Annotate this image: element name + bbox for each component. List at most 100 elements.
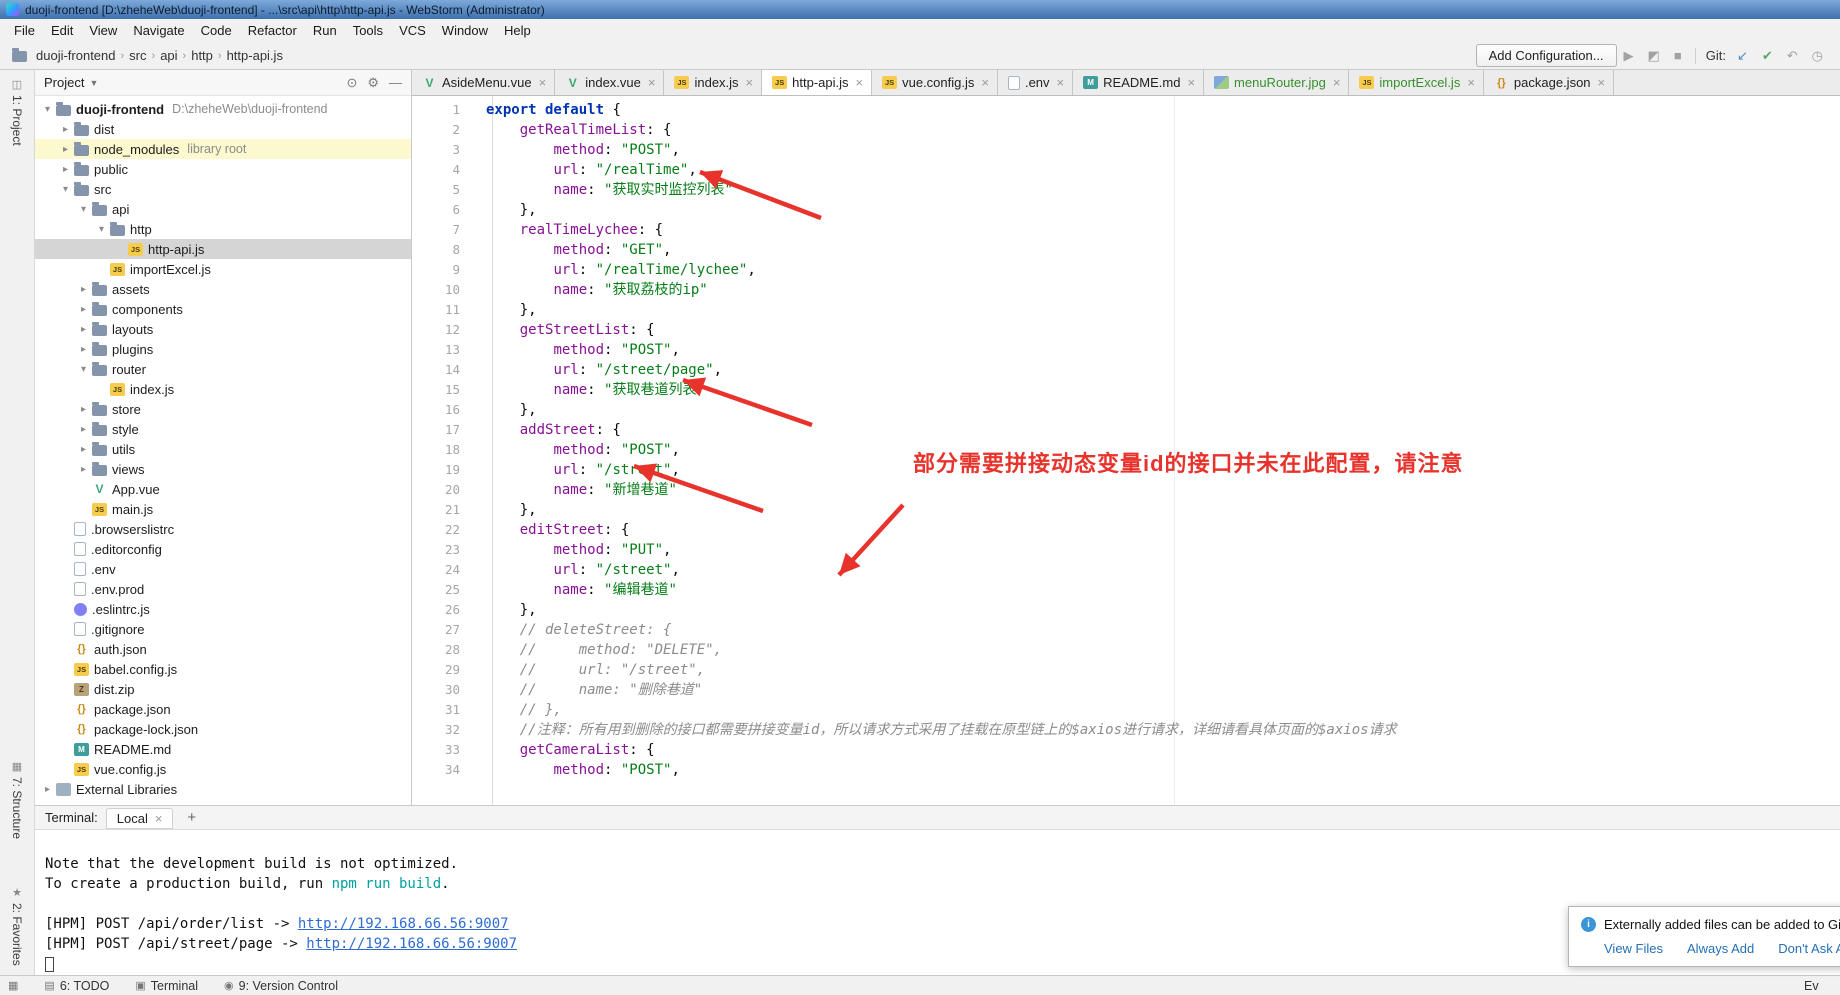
statusbar-todo[interactable]: ▤ 6: TODO <box>44 979 109 993</box>
run-icon[interactable]: ▶ <box>1617 48 1641 64</box>
tree-item-README.md[interactable]: MREADME.md <box>35 739 411 759</box>
editor-tab-.env[interactable]: .env× <box>998 70 1073 95</box>
tree-expand-icon[interactable]: ▸ <box>77 304 90 315</box>
tree-item-utils[interactable]: ▸utils <box>35 439 411 459</box>
stop-icon[interactable]: ■ <box>1667 48 1689 63</box>
close-icon[interactable]: × <box>856 75 864 90</box>
git-update-icon[interactable]: ↙ <box>1730 48 1755 64</box>
tree-collapse-icon[interactable]: ▾ <box>77 204 90 215</box>
code-line-21[interactable]: 21 }, <box>412 500 1840 520</box>
locate-file-icon[interactable]: ⊙ <box>346 75 357 91</box>
tree-item-App.vue[interactable]: VApp.vue <box>35 479 411 499</box>
editor-tab-AsideMenu.vue[interactable]: VAsideMenu.vue× <box>412 70 555 95</box>
code-line-10[interactable]: 10 name: "获取荔枝的ip" <box>412 280 1840 300</box>
code-line-24[interactable]: 24 url: "/street", <box>412 560 1840 580</box>
code-line-29[interactable]: 29 // url: "/street", <box>412 660 1840 680</box>
tree-item-dist.zip[interactable]: Zdist.zip <box>35 679 411 699</box>
menu-file[interactable]: File <box>6 20 43 41</box>
tree-item-auth.json[interactable]: {}auth.json <box>35 639 411 659</box>
close-icon[interactable]: × <box>1057 75 1065 90</box>
menu-refactor[interactable]: Refactor <box>240 20 305 41</box>
tree-item-.browserslistrc[interactable]: .browserslistrc <box>35 519 411 539</box>
code-line-15[interactable]: 15 name: "获取巷道列表" <box>412 380 1840 400</box>
git-commit-icon[interactable]: ✔ <box>1755 48 1780 64</box>
close-icon[interactable]: × <box>1467 75 1475 90</box>
tree-item-importExcel.js[interactable]: JSimportExcel.js <box>35 259 411 279</box>
tree-item-.env.prod[interactable]: .env.prod <box>35 579 411 599</box>
tree-item-api[interactable]: ▾api <box>35 199 411 219</box>
menu-run[interactable]: Run <box>305 20 345 41</box>
debug-icon[interactable]: ◩ <box>1641 48 1667 64</box>
terminal-link[interactable]: http://192.168.66.56:9007 <box>298 916 509 932</box>
code-line-32[interactable]: 32 //注释：所有用到删除的接口都需要拼接变量id，所以请求方式采用了挂载在原… <box>412 720 1840 740</box>
tree-expand-icon[interactable]: ▸ <box>77 284 90 295</box>
tree-item-http[interactable]: ▾http <box>35 219 411 239</box>
tree-item-style[interactable]: ▸style <box>35 419 411 439</box>
code-line-30[interactable]: 30 // name: "删除巷道" <box>412 680 1840 700</box>
tree-expand-icon[interactable]: ▸ <box>59 144 72 155</box>
tree-expand-icon[interactable]: ▸ <box>77 464 90 475</box>
rollback-icon[interactable]: ↶ <box>1780 48 1805 64</box>
close-icon[interactable]: × <box>648 75 656 90</box>
breadcrumb-item-src[interactable]: src <box>125 46 150 65</box>
tree-item-duoji-frontend[interactable]: ▾duoji-frontendD:\zheheWeb\duoji-fronten… <box>35 99 411 119</box>
code-line-5[interactable]: 5 name: "获取实时监控列表" <box>412 180 1840 200</box>
toolwindow-favorites-button[interactable]: ★ 2: Favorites <box>0 886 34 966</box>
tree-item-main.js[interactable]: JSmain.js <box>35 499 411 519</box>
tree-expand-icon[interactable]: ▸ <box>41 784 54 795</box>
tree-item-public[interactable]: ▸public <box>35 159 411 179</box>
code-line-28[interactable]: 28 // method: "DELETE", <box>412 640 1840 660</box>
tree-expand-icon[interactable]: ▸ <box>59 124 72 135</box>
toolwindow-toggle-icon[interactable]: ▦ <box>8 979 18 992</box>
close-icon[interactable]: × <box>1333 75 1341 90</box>
new-terminal-session-icon[interactable]: + <box>181 809 202 826</box>
code-line-4[interactable]: 4 url: "/realTime", <box>412 160 1840 180</box>
tree-expand-icon[interactable]: ▸ <box>59 164 72 175</box>
tree-expand-icon[interactable]: ▸ <box>77 424 90 435</box>
tree-expand-icon[interactable]: ▸ <box>77 324 90 335</box>
tree-item-.env[interactable]: .env <box>35 559 411 579</box>
editor-tab-http-api.js[interactable]: JShttp-api.js× <box>762 70 872 95</box>
tree-item-External Libraries[interactable]: ▸External Libraries <box>35 779 411 799</box>
view-files-link[interactable]: View Files <box>1604 941 1663 956</box>
code-line-9[interactable]: 9 url: "/realTime/lychee", <box>412 260 1840 280</box>
statusbar-terminal[interactable]: ▣ Terminal <box>135 979 198 993</box>
editor-tab-README.md[interactable]: MREADME.md× <box>1073 70 1204 95</box>
tree-item-node_modules[interactable]: ▸node_moduleslibrary root <box>35 139 411 159</box>
tree-expand-icon[interactable]: ▸ <box>77 344 90 355</box>
menu-help[interactable]: Help <box>496 20 539 41</box>
menu-edit[interactable]: Edit <box>43 20 81 41</box>
code-line-6[interactable]: 6 }, <box>412 200 1840 220</box>
tree-item-store[interactable]: ▸store <box>35 399 411 419</box>
code-line-16[interactable]: 16 }, <box>412 400 1840 420</box>
menu-tools[interactable]: Tools <box>345 20 391 41</box>
close-icon[interactable]: × <box>981 75 989 90</box>
tree-item-views[interactable]: ▸views <box>35 459 411 479</box>
editor-tab-importExcel.js[interactable]: JSimportExcel.js× <box>1349 70 1484 95</box>
tree-item-package.json[interactable]: {}package.json <box>35 699 411 719</box>
toolwindow-structure-button[interactable]: ▦ 7: Structure <box>0 760 34 839</box>
code-line-22[interactable]: 22 editStreet: { <box>412 520 1840 540</box>
breadcrumb-item-duoji-frontend[interactable]: duoji-frontend <box>32 46 120 65</box>
breadcrumb-item-api[interactable]: api <box>156 46 181 65</box>
tree-expand-icon[interactable]: ▸ <box>77 404 90 415</box>
code-line-33[interactable]: 33 getCameraList: { <box>412 740 1840 760</box>
editor-tab-index.js[interactable]: JSindex.js× <box>664 70 762 95</box>
breadcrumb-item-http-api.js[interactable]: http-api.js <box>223 46 287 65</box>
code-line-2[interactable]: 2 getRealTimeList: { <box>412 120 1840 140</box>
close-icon[interactable]: × <box>155 811 163 826</box>
tree-expand-icon[interactable]: ▸ <box>77 444 90 455</box>
menu-window[interactable]: Window <box>434 20 496 41</box>
code-line-34[interactable]: 34 method: "POST", <box>412 760 1840 780</box>
code-line-13[interactable]: 13 method: "POST", <box>412 340 1840 360</box>
tree-item-.eslintrc.js[interactable]: .eslintrc.js <box>35 599 411 619</box>
code-line-25[interactable]: 25 name: "编辑巷道" <box>412 580 1840 600</box>
code-line-7[interactable]: 7 realTimeLychee: { <box>412 220 1840 240</box>
code-line-8[interactable]: 8 method: "GET", <box>412 240 1840 260</box>
editor-tab-menuRouter.jpg[interactable]: menuRouter.jpg× <box>1204 70 1349 95</box>
close-icon[interactable]: × <box>746 75 754 90</box>
terminal-link[interactable]: http://192.168.66.56:9007 <box>306 936 517 952</box>
tree-item-layouts[interactable]: ▸layouts <box>35 319 411 339</box>
tree-item-babel.config.js[interactable]: JSbabel.config.js <box>35 659 411 679</box>
tree-item-plugins[interactable]: ▸plugins <box>35 339 411 359</box>
